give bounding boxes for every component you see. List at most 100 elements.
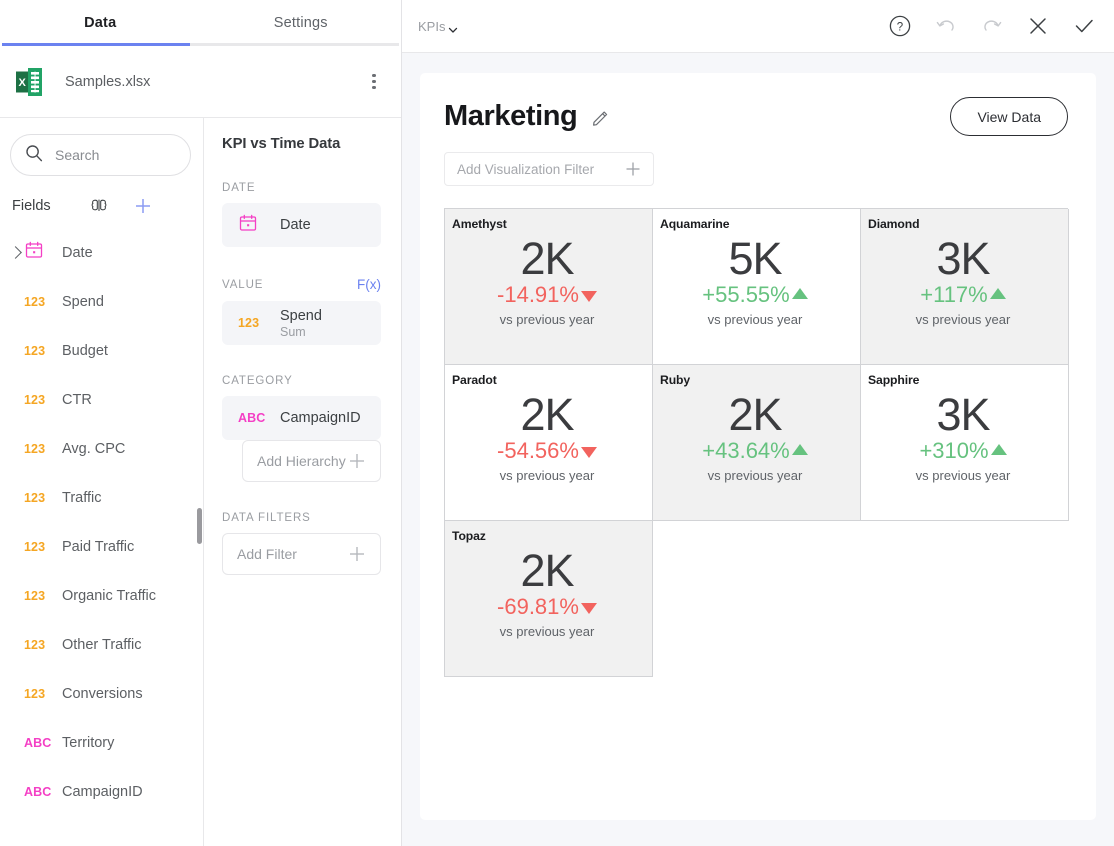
kpi-delta-text: +55.55% (702, 281, 790, 307)
kpi-card-body: 2K -54.56% vs previous year (452, 387, 642, 520)
panel-tabbar: Data Settings (0, 0, 401, 46)
view-data-button[interactable]: View Data (950, 97, 1068, 136)
kpi-card-ruby[interactable]: Ruby 2K +43.64% vs previous year (653, 365, 861, 521)
kpi-grid: Amethyst 2K -14.91% vs previous year Aqu… (444, 208, 1069, 677)
brain-icon[interactable] (89, 196, 109, 216)
chart-type-selector[interactable]: KPIs (418, 18, 458, 34)
field-label: Paid Traffic (62, 538, 135, 555)
plus-icon (348, 545, 366, 563)
field-item-campaignid[interactable]: ABC CampaignID (0, 767, 203, 816)
kpi-delta: +310% (919, 437, 1007, 463)
text-type-icon: ABC (238, 411, 266, 425)
field-item-paid-traffic[interactable]: 123 Paid Traffic (0, 522, 203, 571)
value-field-pill[interactable]: 123 Spend Sum (222, 301, 381, 345)
fields-label: Fields (12, 198, 51, 214)
value-field-aggregation: Sum (280, 324, 306, 339)
field-label: Territory (62, 734, 115, 751)
kpi-delta-text: +117% (920, 281, 988, 307)
kpi-card-amethyst[interactable]: Amethyst 2K -14.91% vs previous year (445, 209, 653, 365)
tab-settings[interactable]: Settings (201, 0, 402, 46)
tab-data[interactable]: Data (0, 0, 201, 46)
number-type-icon: 123 (238, 316, 260, 330)
chart-type-label: KPIs (418, 18, 446, 34)
fields-header: Fields (0, 176, 203, 222)
field-item-territory[interactable]: ABC Territory (0, 718, 203, 767)
kpi-value: 2K (728, 389, 782, 440)
kpi-card-topaz[interactable]: Topaz 2K -69.81% vs previous year (445, 521, 653, 677)
field-item-date[interactable]: Date (0, 228, 203, 277)
number-type-icon: 123 (24, 490, 46, 505)
field-label: Avg. CPC (62, 440, 126, 457)
arrow-up-icon (791, 444, 808, 456)
kpi-delta: +55.55% (702, 281, 808, 307)
add-filter-button[interactable]: Add Filter (222, 533, 381, 575)
field-item-conversions[interactable]: 123 Conversions (0, 669, 203, 718)
search-icon (25, 144, 43, 167)
confirm-check-icon[interactable] (1072, 14, 1096, 38)
visualization-header: Marketing View Data (444, 97, 1068, 136)
field-item-budget[interactable]: 123 Budget (0, 326, 203, 375)
date-type-icon (24, 240, 52, 265)
add-visualization-filter-button[interactable]: Add Visualization Filter (444, 152, 654, 186)
field-label: CampaignID (62, 783, 143, 800)
field-item-avg-cpc[interactable]: 123 Avg. CPC (0, 424, 203, 473)
arrow-down-icon (580, 291, 597, 303)
canvas-wrap: Marketing View Data Add Visualization Fi… (402, 53, 1114, 846)
pencil-icon[interactable] (591, 107, 611, 127)
kpi-card-title: Topaz (452, 529, 486, 543)
field-label: Budget (62, 342, 108, 359)
fields-scrollbar-thumb[interactable] (197, 508, 202, 544)
kpi-card-diamond[interactable]: Diamond 3K +117% vs previous year (861, 209, 1069, 365)
file-name: Samples.xlsx (65, 73, 151, 90)
kpi-card-paradot[interactable]: Paradot 2K -54.56% vs previous year (445, 365, 653, 521)
field-item-spend[interactable]: 123 Spend (0, 277, 203, 326)
redo-icon[interactable] (980, 14, 1004, 38)
kebab-menu-icon[interactable] (363, 71, 385, 93)
add-hierarchy-button[interactable]: Add Hierarchy (242, 440, 381, 482)
undo-icon[interactable] (934, 14, 958, 38)
category-field-pill[interactable]: ABC CampaignID (222, 396, 381, 440)
kpi-delta-text: +310% (919, 437, 989, 463)
number-type-icon: 123 (24, 588, 46, 603)
date-field-name: Date (280, 217, 311, 233)
number-type-icon: 123 (24, 294, 46, 309)
field-item-traffic[interactable]: 123 Traffic (0, 473, 203, 522)
number-type-icon: 123 (24, 441, 46, 456)
formula-fx-button[interactable]: F(x) (357, 277, 381, 292)
svg-text:?: ? (897, 21, 903, 33)
editor-topbar: KPIs ? (402, 0, 1114, 53)
date-field-pill[interactable]: Date (222, 203, 381, 247)
add-field-icon[interactable] (133, 196, 153, 216)
field-item-other-traffic[interactable]: 123 Other Traffic (0, 620, 203, 669)
field-label: Traffic (62, 489, 102, 506)
field-item-ctr[interactable]: 123 CTR (0, 375, 203, 424)
kpi-card-sapphire[interactable]: Sapphire 3K +310% vs previous year (861, 365, 1069, 521)
kpi-value: 2K (520, 389, 574, 440)
number-type-icon: 123 (24, 392, 46, 407)
kpi-card-body: 3K +117% vs previous year (868, 231, 1058, 364)
close-icon[interactable] (1026, 14, 1050, 38)
number-type-icon: 123 (24, 343, 46, 358)
app-root: Data Settings X Samples.xlsx Search Fiel… (0, 0, 1114, 846)
arrow-up-icon (791, 288, 808, 300)
arrow-up-icon (990, 444, 1007, 456)
kpi-card-aquamarine[interactable]: Aquamarine 5K +55.55% vs previous year (653, 209, 861, 365)
kpi-caption: vs previous year (499, 467, 595, 483)
search-input[interactable]: Search (10, 134, 191, 176)
chevron-right-icon[interactable] (9, 246, 22, 259)
number-type-icon: 123 (24, 637, 46, 652)
field-label: Other Traffic (62, 636, 142, 653)
help-icon[interactable]: ? (888, 14, 912, 38)
visualization-canvas: Marketing View Data Add Visualization Fi… (420, 73, 1096, 820)
file-row[interactable]: X Samples.xlsx (0, 46, 401, 118)
fields-scrollbar[interactable] (196, 118, 203, 846)
kpi-delta: +117% (920, 281, 1006, 307)
field-item-organic-traffic[interactable]: 123 Organic Traffic (0, 571, 203, 620)
arrow-down-icon (580, 603, 597, 615)
left-panel-lower: Search Fields Date 123 Spend 123 Budget … (0, 118, 401, 846)
right-side: KPIs ? Marketing View Data Add Visualiza… (402, 0, 1114, 846)
category-section-label: CATEGORY (222, 375, 293, 387)
kpi-card-body: 5K +55.55% vs previous year (660, 231, 850, 364)
search-wrap: Search (0, 118, 203, 176)
tab-active-underline (2, 43, 190, 46)
